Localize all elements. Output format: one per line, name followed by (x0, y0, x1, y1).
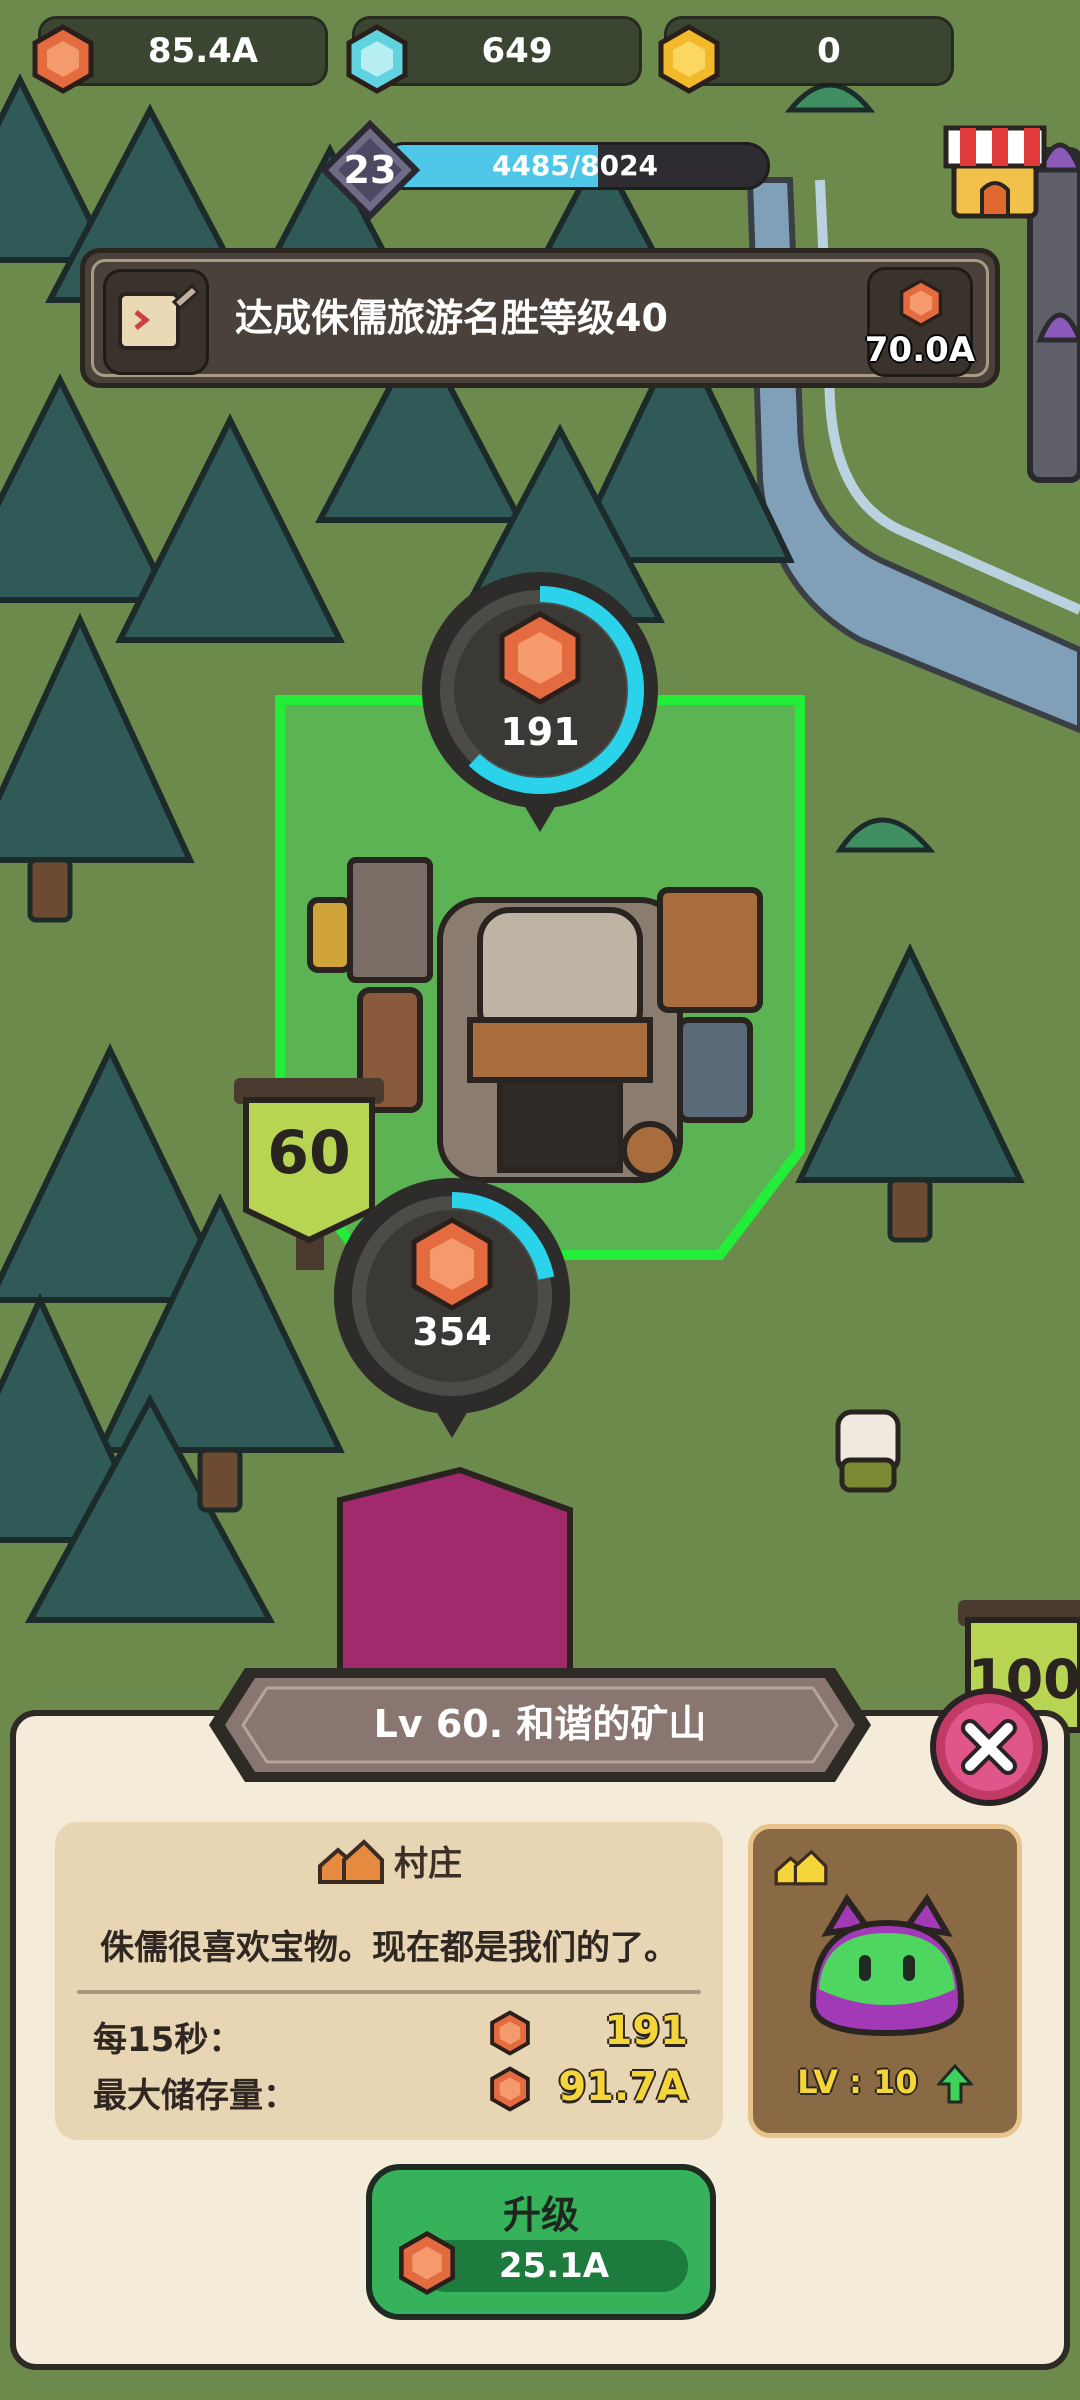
scroll-map-icon (118, 283, 201, 350)
copper-gem-icon (490, 2010, 530, 2056)
quest-text: 达成侏儒旅游名胜等级40 (235, 296, 668, 340)
category-row: 村庄 (55, 1836, 723, 1885)
quest-reward-value: 70.0A (864, 330, 976, 370)
category-label: 村庄 (394, 1844, 462, 1884)
building-description: 侏儒很喜欢宝物。现在都是我们的了。 (100, 1928, 678, 1968)
village-houses-icon (774, 1849, 828, 1886)
diamond-value: 649 (481, 31, 553, 71)
upgrade-cost-bar: 25.1A (420, 2240, 688, 2292)
bubble-bottom-value: 354 (412, 1310, 492, 1354)
copper-value: 85.4A (147, 31, 259, 71)
upgrade-cost: 25.1A (498, 2246, 610, 2286)
production-bubble-top[interactable]: 191 (420, 570, 660, 850)
copper-gem-icon (899, 278, 943, 328)
slime-pet-icon (809, 1893, 965, 2037)
pet-level: LV : 10 (753, 2063, 1017, 2104)
stat-rate-label: 每15秒： (93, 2020, 243, 2060)
bubble-top-value: 191 (500, 710, 580, 754)
quest-icon-box (103, 269, 209, 375)
shop-stall-icon[interactable] (940, 120, 1050, 220)
gold-value: 0 (817, 31, 841, 71)
copper-gem-icon (490, 2066, 530, 2112)
xp-bar: 4485/8024 (380, 142, 770, 190)
village-houses-icon (318, 1838, 384, 1884)
stat-capacity-label: 最大储存量： (93, 2076, 297, 2116)
production-bubble-bottom[interactable]: 354 (332, 1176, 572, 1456)
stat-rate-value: 191 (604, 2008, 689, 2054)
gold-resource: 0 (658, 16, 954, 94)
pet-level-text: LV : 10 (797, 2063, 918, 2101)
panel-title: Lv 60. 和谐的矿山 (373, 1702, 707, 1746)
xp-text: 4485/8024 (491, 149, 659, 182)
level-number: 23 (343, 148, 397, 192)
info-divider (77, 1990, 701, 1994)
building-level-flag: 60 (267, 1118, 351, 1188)
player-level[interactable]: 4485/8024 23 (320, 120, 770, 220)
building-info-box: 村庄 侏儒很喜欢宝物。现在都是我们的了。 每15秒： 191 最大储存量： 91… (55, 1822, 723, 2140)
close-button[interactable] (930, 1688, 1048, 1806)
quest-banner[interactable]: 达成侏儒旅游名胜等级40 70.0A (80, 248, 1000, 388)
copper-resource: 85.4A (32, 16, 328, 94)
close-icon (945, 1703, 1033, 1791)
diamond-resource: 649 (346, 16, 642, 94)
copper-gem-icon (399, 2231, 455, 2295)
level-up-arrow-icon (935, 2063, 975, 2104)
stat-capacity-value: 91.7A (558, 2064, 688, 2110)
quest-reward[interactable]: 70.0A (865, 267, 975, 377)
upgrade-button[interactable]: 升级 25.1A (366, 2164, 716, 2320)
pet-card[interactable]: LV : 10 (748, 1824, 1022, 2138)
